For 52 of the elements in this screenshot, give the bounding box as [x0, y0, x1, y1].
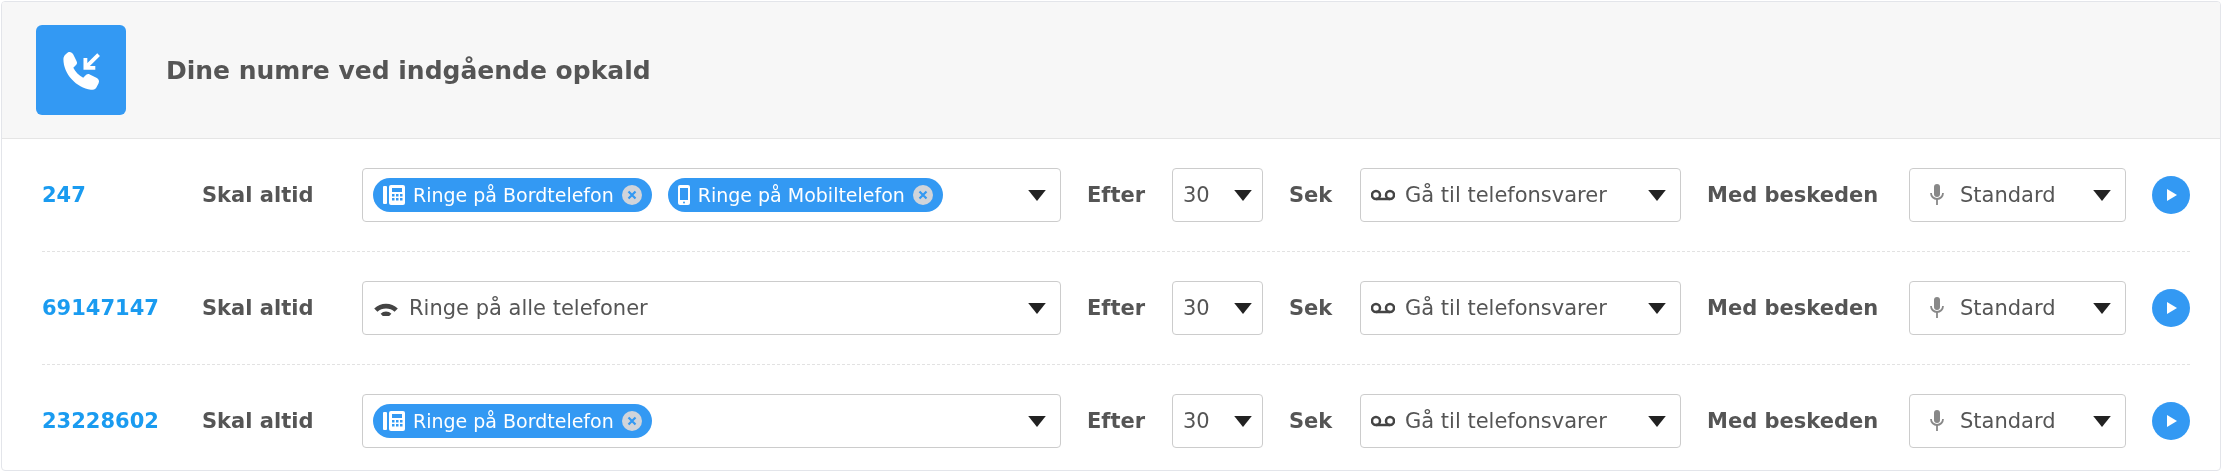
- remove-icon[interactable]: [912, 185, 933, 205]
- caret-icon: [1234, 189, 1252, 201]
- message-label: Med beskeden: [1707, 409, 1880, 433]
- remove-icon[interactable]: [621, 185, 642, 205]
- seconds-select[interactable]: 30: [1172, 168, 1263, 222]
- play-button[interactable]: [2152, 402, 2190, 440]
- rule-label: Skal altid: [202, 296, 315, 320]
- desk-phone-icon: [383, 411, 405, 431]
- caret-icon: [1234, 415, 1252, 427]
- voicemail-icon: [1371, 415, 1395, 427]
- rule-label: Skal altid: [202, 183, 315, 207]
- after-label: Efter: [1087, 296, 1147, 320]
- caret-icon: [1648, 415, 1666, 427]
- play-button[interactable]: [2152, 176, 2190, 214]
- caret-icon: [1648, 189, 1666, 201]
- caret-icon: [1028, 302, 1046, 314]
- voicemail-icon: [1371, 189, 1395, 201]
- seconds-select[interactable]: 30: [1172, 281, 1263, 335]
- message-select[interactable]: Standard: [1909, 394, 2126, 448]
- unit-label: Sek: [1289, 409, 1334, 433]
- remove-icon[interactable]: [621, 411, 642, 431]
- action-select[interactable]: Gå til telefonsvarer: [1360, 394, 1681, 448]
- microphone-icon: [1930, 410, 1944, 432]
- unit-label: Sek: [1289, 296, 1334, 320]
- microphone-icon: [1930, 184, 1944, 206]
- caret-icon: [2093, 415, 2111, 427]
- caret-icon: [1028, 415, 1046, 427]
- message-label: Med beskeden: [1707, 296, 1880, 320]
- rule-label: Skal altid: [202, 409, 315, 433]
- after-label: Efter: [1087, 183, 1147, 207]
- message-select[interactable]: Standard: [1909, 168, 2126, 222]
- option-text: Ringe på alle telefoner: [409, 296, 648, 320]
- caret-icon: [1648, 302, 1666, 314]
- caret-icon: [2093, 302, 2111, 314]
- message-label: Med beskeden: [1707, 183, 1880, 207]
- caret-icon: [1028, 189, 1046, 201]
- desk-phone-icon: [383, 185, 405, 205]
- action-select[interactable]: Gå til telefonsvarer: [1360, 168, 1681, 222]
- section-title: Dine numre ved indgående opkald: [166, 55, 651, 85]
- caret-icon: [1234, 302, 1252, 314]
- voicemail-icon: [1371, 302, 1395, 314]
- mobile-phone-icon: [677, 185, 690, 205]
- seconds-select[interactable]: 30: [1172, 394, 1263, 448]
- unit-label: Sek: [1289, 183, 1334, 207]
- caret-icon: [2093, 189, 2111, 201]
- action-select[interactable]: Gå til telefonsvarer: [1360, 281, 1681, 335]
- after-label: Efter: [1087, 409, 1147, 433]
- message-select[interactable]: Standard: [1909, 281, 2126, 335]
- microphone-icon: [1930, 297, 1944, 319]
- play-button[interactable]: [2152, 289, 2190, 327]
- target-select[interactable]: Ringe på alle telefoner: [362, 281, 1061, 335]
- incoming-call-icon: [36, 25, 126, 115]
